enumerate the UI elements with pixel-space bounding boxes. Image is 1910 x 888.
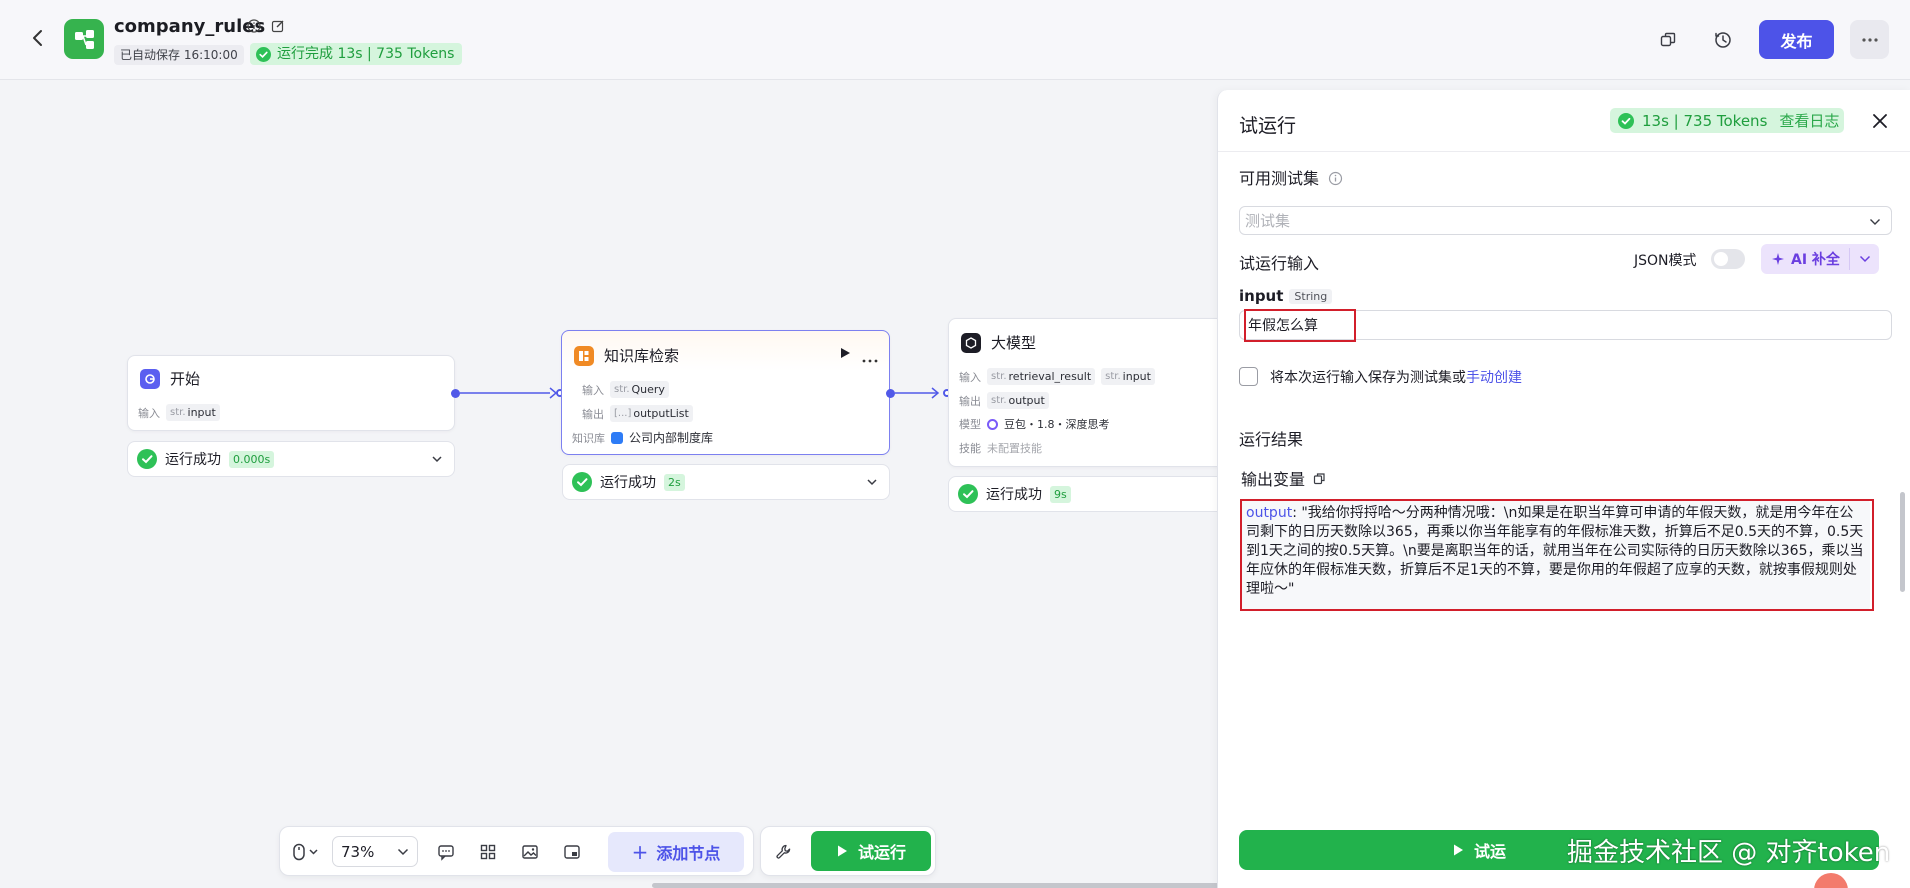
input-label: 输入	[138, 406, 160, 420]
play-icon[interactable]	[838, 346, 852, 364]
canvas-toolbar: 73% + 添加节点	[279, 826, 754, 876]
variable-tag: str. input	[166, 404, 220, 421]
divider	[1218, 151, 1910, 152]
skill-label: 技能	[959, 442, 981, 455]
run-stats-badge: 13s | 735 Tokens 查看日志	[1610, 108, 1844, 133]
result-title: 运行结果	[1239, 430, 1304, 449]
start-node[interactable]: 开始 输入 str. input	[127, 355, 455, 431]
json-mode-label: JSON模式	[1634, 253, 1697, 269]
llm-node[interactable]: 大模型 输入 str. retrieval_result str. input 输出…	[948, 318, 1228, 467]
add-node-button[interactable]: + 添加节点	[608, 832, 744, 872]
kb-name: 公司内部制度库	[629, 431, 714, 445]
node-title: 大模型	[991, 334, 1037, 352]
success-check-icon	[1618, 112, 1634, 129]
view-log-link[interactable]: 查看日志	[1779, 110, 1839, 131]
panel-run-label: 试运	[1473, 842, 1506, 861]
test-set-select[interactable]: 测试集	[1239, 206, 1892, 235]
status-text: 运行成功	[165, 452, 221, 468]
info-icon	[1329, 171, 1343, 186]
watermark-text: 掘金技术社区 @ 对齐token	[1567, 838, 1891, 868]
kb-label: 知识库	[572, 431, 605, 445]
mouse-mode-icon[interactable]	[288, 837, 324, 867]
highlight-box	[1244, 309, 1356, 342]
start-status-card[interactable]: 运行成功 0.000s	[127, 441, 455, 477]
time-badge: 9s	[1050, 485, 1071, 503]
llm-status-card[interactable]: 运行成功 9s	[948, 476, 1228, 512]
llm-icon	[961, 332, 981, 353]
panel-title: 试运行	[1239, 115, 1297, 137]
start-icon	[140, 368, 160, 389]
input-label: 输入	[959, 370, 981, 384]
model-label: 模型	[959, 418, 981, 431]
zoom-select[interactable]: 73%	[332, 836, 418, 867]
output-port[interactable]	[451, 389, 460, 398]
type-tag: String	[1289, 288, 1333, 304]
success-check-icon	[958, 484, 978, 504]
json-mode-toggle[interactable]	[1711, 249, 1745, 269]
database-icon	[611, 431, 623, 444]
plus-icon: +	[631, 840, 649, 864]
success-check-icon	[137, 449, 157, 469]
more-icon[interactable]	[862, 351, 878, 367]
variable-tag: str. Query	[610, 381, 669, 398]
test-set-section: 可用测试集	[1239, 165, 1343, 189]
test-run-label: 试运行	[857, 843, 906, 862]
input-field-label: input String	[1239, 287, 1333, 305]
variable-tag: str. output	[987, 392, 1049, 409]
wrench-icon[interactable]	[769, 837, 799, 867]
run-stats-text: 13s | 735 Tokens	[1642, 111, 1768, 130]
test-set-placeholder: 测试集	[1245, 212, 1291, 230]
input-label: 输入	[582, 383, 604, 397]
output-label: 输出	[959, 394, 981, 408]
node-title: 开始	[170, 370, 201, 388]
knowledge-retrieval-node[interactable]: 知识库检索 输入 str. Query 输出 [...] outputList 知识…	[561, 330, 890, 455]
manual-create-link[interactable]: 手动创建	[1466, 370, 1522, 386]
chevron-down-icon	[1859, 255, 1871, 263]
play-icon	[1453, 844, 1463, 856]
variable-tag: str. input	[1101, 368, 1155, 385]
minimap-icon[interactable]	[557, 837, 587, 867]
variable-tag: str. retrieval_result	[987, 368, 1096, 385]
run-toolbar: 试运行	[760, 826, 936, 876]
ai-fill-label: AI 补全	[1791, 252, 1840, 268]
copy-icon	[1313, 472, 1325, 484]
time-badge: 0.000s	[229, 450, 275, 468]
chevron-down-icon[interactable]	[865, 475, 879, 493]
output-label: 输出	[582, 407, 604, 421]
output-port[interactable]	[886, 389, 895, 398]
layout-icon[interactable]	[473, 837, 503, 867]
status-text: 运行成功	[986, 487, 1042, 503]
horizontal-scrollbar[interactable]	[652, 883, 1278, 888]
image-icon[interactable]	[515, 837, 545, 867]
comment-icon[interactable]	[431, 837, 461, 867]
knowledge-icon	[574, 345, 594, 366]
add-node-label: 添加节点	[656, 844, 721, 863]
skill-value: 未配置技能	[987, 442, 1042, 455]
ai-fill-button[interactable]: AI 补全	[1761, 244, 1879, 274]
knowledge-status-card[interactable]: 运行成功 2s	[562, 464, 890, 500]
vertical-scrollbar[interactable]	[1900, 492, 1905, 592]
variable-tag: [...] outputList	[610, 405, 693, 422]
test-set-label: 可用测试集	[1239, 169, 1320, 188]
chevron-down-icon	[1870, 219, 1880, 225]
test-run-panel: 试运行 13s | 735 Tokens 查看日志 可用测试集 测试集 试运行输…	[1217, 90, 1910, 888]
save-testset-text: 将本次运行输入保存为测试集或手动创建	[1270, 370, 1522, 386]
model-name: 豆包・1.8・深度思考	[1004, 418, 1110, 431]
run-input-label: 试运行输入	[1239, 254, 1320, 273]
status-text: 运行成功	[600, 475, 656, 491]
play-icon	[837, 845, 847, 857]
output-var-title: 输出变量	[1241, 466, 1326, 490]
time-badge: 2s	[664, 473, 685, 491]
model-logo-icon	[987, 418, 998, 430]
highlight-box	[1240, 499, 1874, 611]
zoom-value: 73%	[341, 842, 375, 861]
chevron-down-icon	[397, 848, 409, 856]
chevron-down-icon[interactable]	[430, 452, 444, 470]
test-run-button[interactable]: 试运行	[811, 831, 931, 871]
node-title: 知识库检索	[604, 347, 680, 365]
close-icon[interactable]	[1868, 109, 1892, 133]
success-check-icon	[572, 472, 592, 492]
save-testset-checkbox[interactable]	[1239, 367, 1258, 386]
sparkle-icon	[1772, 253, 1784, 265]
